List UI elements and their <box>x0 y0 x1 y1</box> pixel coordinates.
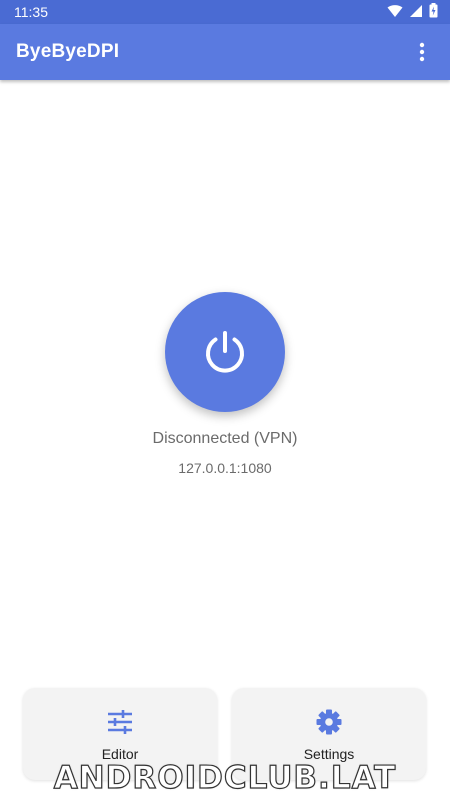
app-bar: ByeByeDPI <box>0 24 450 80</box>
tune-icon <box>108 710 132 734</box>
overflow-menu-button[interactable] <box>402 32 442 72</box>
app-title: ByeByeDPI <box>16 41 120 62</box>
connection-status: Disconnected (VPN) <box>152 430 298 447</box>
signal-icon <box>410 4 422 17</box>
status-time: 11:35 <box>14 4 48 20</box>
wifi-icon <box>387 4 403 17</box>
gear-icon <box>316 709 342 735</box>
status-icons <box>387 3 438 18</box>
connect-toggle-button[interactable] <box>165 292 285 412</box>
power-icon <box>206 331 244 373</box>
watermark: ANDROIDCLUB.LAT <box>53 759 397 796</box>
status-bar: 11:35 <box>0 0 450 24</box>
battery-icon <box>429 3 438 18</box>
more-vert-icon <box>419 42 425 62</box>
proxy-address: 127.0.0.1:1080 <box>178 460 272 476</box>
